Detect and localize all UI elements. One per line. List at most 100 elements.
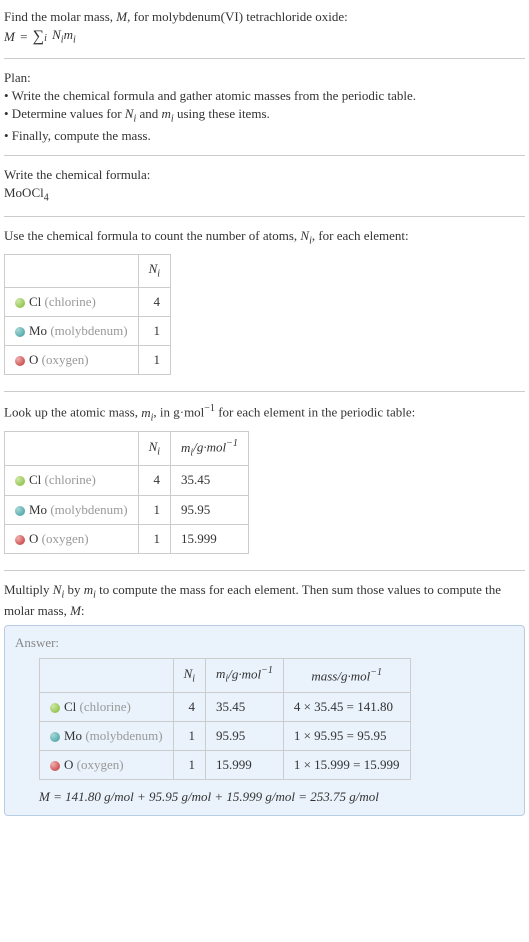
count-atoms-intro: Use the chemical formula to count the nu… (4, 227, 525, 249)
element-name: (oxygen) (77, 757, 124, 772)
header-empty (5, 255, 139, 288)
element-cell: Cl (chlorine) (40, 692, 174, 721)
atom-count-table: Ni Cl (chlorine) 4 Mo (molybdenum) 1 O (… (4, 254, 171, 375)
plan-list: • Write the chemical formula and gather … (4, 87, 525, 145)
element-cell: O (oxygen) (40, 751, 174, 780)
ni-cell: 1 (138, 495, 170, 524)
divider (4, 155, 525, 156)
lookup-intro: Look up the atomic mass, mi, in g·mol−1 … (4, 402, 525, 425)
table-row: O (oxygen) 1 15.999 (5, 524, 249, 553)
mi-cell: 15.999 (171, 524, 249, 553)
element-cell: Mo (molybdenum) (5, 317, 139, 346)
mass-cell: 4 × 35.45 = 141.80 (283, 692, 410, 721)
element-dot-icon (15, 535, 25, 545)
element-symbol: Cl (29, 294, 41, 309)
multiply-intro: Multiply Ni by mi to compute the mass fo… (4, 581, 525, 621)
plan-item: • Write the chemical formula and gather … (4, 87, 525, 105)
table-header-row: Ni mi/g·mol−1 mass/g·mol−1 (40, 658, 411, 692)
divider (4, 58, 525, 59)
header-mi: mi/g·mol−1 (171, 432, 249, 466)
table-row: Cl (chlorine) 4 35.45 4 × 35.45 = 141.80 (40, 692, 411, 721)
element-dot-icon (50, 761, 60, 771)
ni-cell: 4 (138, 466, 170, 495)
element-symbol: Cl (29, 472, 41, 487)
mi-cell: 35.45 (171, 466, 249, 495)
element-dot-icon (15, 356, 25, 366)
multiply-section: Multiply Ni by mi to compute the mass fo… (4, 577, 525, 820)
chemformula-value: MoOCl4 (4, 184, 525, 206)
mass-cell: 1 × 15.999 = 15.999 (283, 751, 410, 780)
table-row: O (oxygen) 1 15.999 1 × 15.999 = 15.999 (40, 751, 411, 780)
plan-section: Plan: • Write the chemical formula and g… (4, 65, 525, 149)
element-name: (chlorine) (45, 472, 96, 487)
mi-cell: 35.45 (206, 692, 284, 721)
count-atoms-section: Use the chemical formula to count the nu… (4, 223, 525, 386)
mass-cell: 1 × 95.95 = 95.95 (283, 721, 410, 750)
table-row: O (oxygen) 1 (5, 346, 171, 375)
atomic-mass-section: Look up the atomic mass, mi, in g·mol−1 … (4, 398, 525, 563)
element-name: (chlorine) (80, 699, 131, 714)
atomic-mass-table: Ni mi/g·mol−1 Cl (chlorine) 4 35.45 Mo (… (4, 431, 249, 553)
element-cell: O (oxygen) (5, 524, 139, 553)
header-ni: Ni (138, 432, 170, 466)
header-empty (5, 432, 139, 466)
divider (4, 216, 525, 217)
chemformula-base: MoOCl (4, 185, 44, 200)
mi-cell: 15.999 (206, 751, 284, 780)
divider (4, 570, 525, 571)
table-row: Mo (molybdenum) 1 95.95 1 × 95.95 = 95.9… (40, 721, 411, 750)
ni-cell: 4 (173, 692, 205, 721)
element-dot-icon (50, 732, 60, 742)
table-row: Cl (chlorine) 4 35.45 (5, 466, 249, 495)
final-answer: M = 141.80 g/mol + 95.95 g/mol + 15.999 … (39, 788, 514, 806)
ni-cell: 1 (138, 524, 170, 553)
element-dot-icon (15, 476, 25, 486)
header-ni: Ni (173, 658, 205, 692)
mi-cell: 95.95 (171, 495, 249, 524)
element-name: (oxygen) (42, 531, 89, 546)
element-symbol: Mo (64, 728, 82, 743)
element-dot-icon (50, 703, 60, 713)
element-name: (molybdenum) (85, 728, 162, 743)
element-name: (oxygen) (42, 352, 89, 367)
element-symbol: Mo (29, 323, 47, 338)
intro-text: Find the molar mass, M, for molybdenum(V… (4, 8, 525, 26)
element-cell: Cl (chlorine) (5, 466, 139, 495)
answer-table: Ni mi/g·mol−1 mass/g·mol−1 Cl (chlorine)… (39, 658, 411, 780)
element-symbol: O (29, 352, 38, 367)
table-row: Cl (chlorine) 4 (5, 287, 171, 316)
chemformula-intro: Write the chemical formula: (4, 166, 525, 184)
answer-box: Answer: Ni mi/g·mol−1 mass/g·mol−1 Cl (c… (4, 625, 525, 816)
element-symbol: Cl (64, 699, 76, 714)
plan-header: Plan: (4, 69, 525, 87)
ni-cell: 1 (173, 751, 205, 780)
header-empty (40, 658, 174, 692)
element-name: (molybdenum) (50, 323, 127, 338)
table-row: Mo (molybdenum) 1 95.95 (5, 495, 249, 524)
answer-label: Answer: (15, 634, 514, 652)
element-name: (chlorine) (45, 294, 96, 309)
element-dot-icon (15, 298, 25, 308)
table-row: Mo (molybdenum) 1 (5, 317, 171, 346)
intro-section: Find the molar mass, M, for molybdenum(V… (4, 4, 525, 52)
ni-cell: 1 (138, 317, 170, 346)
header-ni: Ni (138, 255, 170, 288)
ni-cell: 1 (138, 346, 170, 375)
element-symbol: Mo (29, 502, 47, 517)
plan-item: • Finally, compute the mass. (4, 127, 525, 145)
ni-cell: 1 (173, 721, 205, 750)
element-dot-icon (15, 327, 25, 337)
element-cell: Cl (chlorine) (5, 287, 139, 316)
element-cell: O (oxygen) (5, 346, 139, 375)
chemical-formula-section: Write the chemical formula: MoOCl4 (4, 162, 525, 210)
element-symbol: O (29, 531, 38, 546)
table-header-row: Ni mi/g·mol−1 (5, 432, 249, 466)
element-symbol: O (64, 757, 73, 772)
molar-mass-formula: M = ∑i Nimi (4, 26, 525, 48)
element-cell: Mo (molybdenum) (40, 721, 174, 750)
element-name: (molybdenum) (50, 502, 127, 517)
plan-item: • Determine values for Ni and mi using t… (4, 105, 525, 127)
table-header-row: Ni (5, 255, 171, 288)
ni-cell: 4 (138, 287, 170, 316)
header-mi: mi/g·mol−1 (206, 658, 284, 692)
